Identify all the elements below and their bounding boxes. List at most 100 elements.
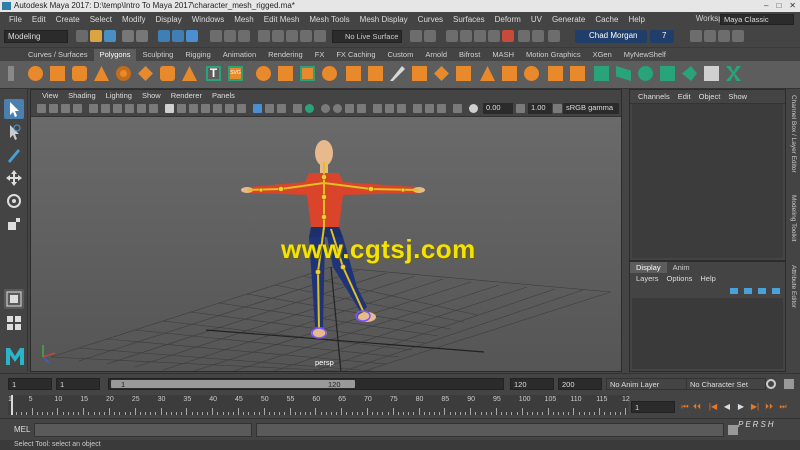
select-object-icon[interactable]: [172, 30, 184, 42]
create-layer-from-selected-icon[interactable]: [772, 288, 780, 294]
tool-settings-toggle-icon[interactable]: [704, 30, 716, 42]
layer-list[interactable]: [632, 298, 783, 369]
wireframe-icon[interactable]: [165, 104, 174, 113]
single-perspective-layout-icon[interactable]: [4, 289, 24, 309]
menu-surfaces[interactable]: Surfaces: [448, 15, 490, 24]
playback-end-field[interactable]: 120: [510, 378, 554, 390]
isolate-select-icon[interactable]: [345, 104, 354, 113]
separate-icon[interactable]: [278, 66, 293, 81]
viewport-scene[interactable]: www.cgtsj.com persp: [31, 117, 621, 371]
shelf-tab-arnold[interactable]: Arnold: [419, 49, 453, 61]
textured-icon[interactable]: [213, 104, 222, 113]
layer-menu-options[interactable]: Options: [663, 273, 697, 285]
rotate-tool-icon[interactable]: [4, 191, 24, 211]
play-backwards-button[interactable]: ◀: [722, 402, 732, 412]
character-controls-icon[interactable]: [532, 30, 544, 42]
menu-display[interactable]: Display: [151, 15, 187, 24]
menu-create[interactable]: Create: [51, 15, 85, 24]
select-tool-icon[interactable]: [4, 99, 24, 119]
menu-edit-mesh[interactable]: Edit Mesh: [259, 15, 305, 24]
mirror-icon[interactable]: [548, 66, 563, 81]
menu-deform[interactable]: Deform: [490, 15, 526, 24]
menu-select[interactable]: Select: [85, 15, 117, 24]
exposure-field[interactable]: 0.00: [483, 103, 513, 114]
shelf-tab-curves-surfaces[interactable]: Curves / Surfaces: [22, 49, 94, 61]
live-surface-field[interactable]: No Live Surface: [332, 30, 402, 43]
poly-pyramid-icon[interactable]: [182, 66, 197, 81]
save-scene-icon[interactable]: [104, 30, 116, 42]
channel-menu-show[interactable]: Show: [724, 90, 751, 103]
shelf-tab-rendering[interactable]: Rendering: [262, 49, 309, 61]
go-to-start-button[interactable]: ⏮: [680, 402, 690, 412]
snap-grid-icon[interactable]: [258, 30, 270, 42]
anim-layer-select[interactable]: No Anim Layer: [606, 378, 692, 390]
time-slider-track[interactable]: 1 5 10 15 20 25 30 35 40 45 50 55 60 65 70 75 80 85 90 95 10…: [8, 395, 630, 415]
attribute-toggle-icon[interactable]: [718, 30, 730, 42]
make-live-icon[interactable]: [314, 30, 326, 42]
menu-help[interactable]: Help: [623, 15, 649, 24]
viewport-menu-shading[interactable]: Shading: [63, 90, 101, 101]
shelf-tab-sculpting[interactable]: Sculpting: [136, 49, 179, 61]
layer-menu-help[interactable]: Help: [696, 273, 719, 285]
shelf-tab-bifrost[interactable]: Bifrost: [453, 49, 486, 61]
menu-file[interactable]: File: [4, 15, 27, 24]
undo-icon[interactable]: [122, 30, 134, 42]
paint-select-tool-icon[interactable]: [4, 145, 24, 165]
fill-hole-icon[interactable]: [524, 66, 539, 81]
boolean-icon[interactable]: [322, 66, 337, 81]
render-settings-icon[interactable]: [488, 30, 500, 42]
animation-end-field[interactable]: 200: [558, 378, 602, 390]
extract-icon[interactable]: [570, 66, 585, 81]
wireframe-on-shaded-icon[interactable]: [201, 104, 210, 113]
viewport-menu-panels[interactable]: Panels: [207, 90, 240, 101]
cylindrical-mapping-icon[interactable]: [616, 66, 631, 81]
poly-plane-icon[interactable]: [138, 66, 153, 81]
menu-set-select[interactable]: Modeling: [4, 30, 68, 43]
shelf-tab-mynewshelf[interactable]: MyNewShelf: [618, 49, 672, 61]
playblast-icon[interactable]: [385, 104, 394, 113]
snap-curve-icon[interactable]: [272, 30, 284, 42]
hud-icon[interactable]: [357, 104, 366, 113]
checker-map-icon[interactable]: [704, 66, 719, 81]
target-weld-icon[interactable]: [456, 66, 471, 81]
view-transform-select[interactable]: sRGB gamma: [563, 103, 619, 114]
new-scene-icon[interactable]: [76, 30, 88, 42]
create-empty-layer-icon[interactable]: [758, 288, 766, 294]
play-forwards-button[interactable]: ▶: [736, 402, 746, 412]
perspective-viewport[interactable]: View Shading Lighting Show Renderer Pane…: [30, 89, 622, 372]
side-tab-attribute-editor[interactable]: Attribute Editor: [788, 265, 799, 308]
gamma-field[interactable]: 1.00: [528, 103, 552, 114]
command-input[interactable]: [34, 423, 252, 437]
shelf-tab-animation[interactable]: Animation: [217, 49, 262, 61]
camera-attributes-icon[interactable]: [49, 104, 58, 113]
poly-cone-icon[interactable]: [94, 66, 109, 81]
shelf-tab-polygons[interactable]: Polygons: [93, 49, 137, 61]
menu-windows[interactable]: Windows: [187, 15, 229, 24]
grid-toggle-icon[interactable]: [89, 104, 98, 113]
current-time-indicator[interactable]: [11, 395, 13, 415]
menu-edit[interactable]: Edit: [27, 15, 51, 24]
channel-box-toggle-icon[interactable]: [690, 30, 702, 42]
viewport-menu-show[interactable]: Show: [137, 90, 166, 101]
viewport-menu-view[interactable]: View: [37, 90, 63, 101]
layer-tab-display[interactable]: Display: [630, 262, 667, 273]
animation-preferences-icon[interactable]: [784, 379, 794, 389]
menu-mesh[interactable]: Mesh: [229, 15, 259, 24]
image-plane-icon[interactable]: [73, 104, 82, 113]
channel-menu-object[interactable]: Object: [695, 90, 725, 103]
dolly-icon[interactable]: [413, 104, 422, 113]
shelf-tab-fx[interactable]: FX: [309, 49, 331, 61]
go-to-end-button[interactable]: ⏭: [778, 402, 788, 412]
pan-zoom-icon[interactable]: [425, 104, 434, 113]
step-forward-key-button[interactable]: ⏵⏵: [764, 402, 774, 412]
script-editor-icon[interactable]: [728, 425, 738, 435]
step-back-key-button[interactable]: ⏴⏴: [692, 402, 702, 412]
film-gate-icon[interactable]: [101, 104, 110, 113]
channel-menu-edit[interactable]: Edit: [674, 90, 695, 103]
grease-pencil-icon[interactable]: [437, 104, 446, 113]
shelf-tab-xgen[interactable]: XGen: [587, 49, 618, 61]
user-account-button[interactable]: Chad Morgan: [575, 30, 647, 43]
bevel-icon[interactable]: [412, 66, 427, 81]
use-all-lights-icon[interactable]: [225, 104, 234, 113]
spherical-mapping-icon[interactable]: [638, 66, 653, 81]
